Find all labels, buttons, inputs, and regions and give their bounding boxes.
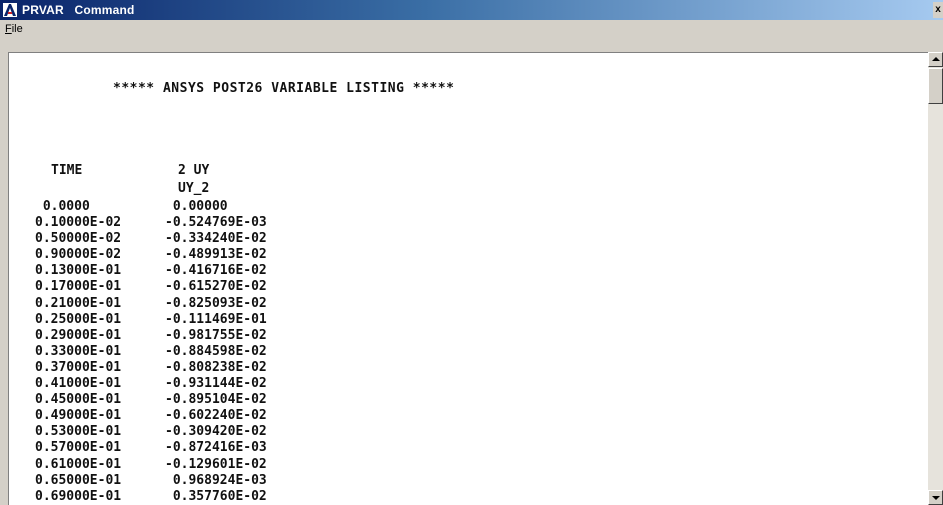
listing-row: 0.61000E-01 -0.129601E-02 (35, 457, 435, 473)
row-time-value: 0.57000E-01 (35, 440, 122, 456)
row-uy-value: -0.808238E-02 (165, 359, 267, 375)
row-time-value: 0.21000E-01 (35, 295, 122, 311)
listing-row: 0.57000E-01 -0.872416E-03 (35, 440, 435, 456)
menu-file[interactable]: File (5, 23, 23, 35)
window-title-text: Command (74, 3, 135, 17)
menu-bar: File (0, 20, 943, 40)
row-uy-value: -0.416716E-02 (165, 263, 267, 279)
row-time-value: 0.50000E-02 (35, 231, 122, 247)
row-time-value: 0.0000 (35, 199, 90, 214)
row-time-value: 0.49000E-01 (35, 408, 122, 424)
listing-row: 0.50000E-02 -0.334240E-02 (35, 231, 435, 247)
listing-row: 0.10000E-02 -0.524769E-03 (35, 215, 435, 231)
column-header-time: TIME (51, 163, 83, 178)
row-time-value: 0.29000E-01 (35, 327, 122, 343)
row-uy-value: -0.602240E-02 (165, 408, 267, 424)
listing-row: 0.53000E-01 -0.309420E-02 (35, 424, 435, 440)
arrow-down-icon (932, 496, 940, 500)
row-uy-value: -0.931144E-02 (165, 376, 267, 392)
scroll-thumb[interactable] (928, 68, 943, 104)
title-bar[interactable]: PRVAR Command x (0, 0, 943, 20)
column-header-variable-name: UY_2 (178, 181, 210, 196)
row-time-value: 0.45000E-01 (35, 392, 122, 408)
listing-output-area[interactable]: ***** ANSYS POST26 VARIABLE LISTING ****… (8, 52, 929, 505)
listing-row: 0.49000E-01 -0.602240E-02 (35, 408, 435, 424)
row-uy-value: 0.968924E-03 (165, 472, 267, 488)
row-time-value: 0.10000E-02 (35, 215, 122, 231)
row-time-value: 0.17000E-01 (35, 279, 122, 295)
listing-row: 0.37000E-01 -0.808238E-02 (35, 360, 435, 376)
row-uy-value: -0.872416E-03 (165, 440, 267, 456)
row-time-value: 0.37000E-01 (35, 359, 122, 375)
row-uy-value: 0.00000 (165, 199, 228, 214)
row-time-value: 0.90000E-02 (35, 247, 122, 263)
vertical-scrollbar[interactable] (928, 52, 943, 505)
listing-row: 0.90000E-02 -0.489913E-02 (35, 247, 435, 263)
menu-file-label: ile (11, 23, 23, 35)
row-uy-value: -0.825093E-02 (165, 295, 267, 311)
window-title: PRVAR Command (22, 3, 135, 17)
listing-row: 0.65000E-01 0.968924E-03 (35, 473, 435, 489)
app-name: PRVAR (22, 3, 64, 17)
row-uy-value: -0.334240E-02 (165, 231, 267, 247)
row-time-value: 0.65000E-01 (35, 472, 122, 488)
close-button[interactable]: x (933, 2, 943, 18)
scroll-up-button[interactable] (928, 52, 943, 67)
column-header-variable: 2 UY (178, 163, 210, 178)
row-time-value: 0.33000E-01 (35, 343, 122, 359)
listing-row: 0.0000 0.00000 (35, 199, 435, 215)
listing-row: 0.69000E-01 0.357760E-02 (35, 489, 435, 505)
scroll-down-button[interactable] (928, 490, 943, 505)
listing-row: 0.41000E-01 -0.931144E-02 (35, 376, 435, 392)
row-time-value: 0.25000E-01 (35, 311, 122, 327)
listing-heading: ***** ANSYS POST26 VARIABLE LISTING ****… (113, 81, 455, 96)
arrow-up-icon (932, 57, 940, 61)
listing-row: 0.21000E-01 -0.825093E-02 (35, 296, 435, 312)
listing-row: 0.33000E-01 -0.884598E-02 (35, 344, 435, 360)
row-uy-value: -0.489913E-02 (165, 247, 267, 263)
row-time-value: 0.61000E-01 (35, 456, 122, 472)
listing-row: 0.17000E-01 -0.615270E-02 (35, 279, 435, 295)
row-uy-value: -0.524769E-03 (165, 215, 267, 231)
listing-rows: 0.0000 0.00000 0.10000E-02 -0.524769E-03 0.… (35, 199, 435, 505)
listing-row: 0.13000E-01 -0.416716E-02 (35, 263, 435, 279)
prvar-command-window: PRVAR Command x File ***** ANSYS POST26 … (0, 0, 943, 505)
row-time-value: 0.53000E-01 (35, 424, 122, 440)
row-time-value: 0.69000E-01 (35, 488, 122, 504)
row-uy-value: -0.615270E-02 (165, 279, 267, 295)
listing-row: 0.25000E-01 -0.111469E-01 (35, 312, 435, 328)
ansys-logo-icon (3, 3, 17, 17)
row-time-value: 0.13000E-01 (35, 263, 122, 279)
row-uy-value: -0.129601E-02 (165, 456, 267, 472)
row-uy-value: -0.981755E-02 (165, 327, 267, 343)
listing-row: 0.45000E-01 -0.895104E-02 (35, 392, 435, 408)
menu-file-accelerator: F (5, 23, 12, 35)
row-uy-value: -0.309420E-02 (165, 424, 267, 440)
row-uy-value: -0.111469E-01 (165, 311, 267, 327)
row-uy-value: -0.895104E-02 (165, 392, 267, 408)
row-uy-value: -0.884598E-02 (165, 343, 267, 359)
row-time-value: 0.41000E-01 (35, 376, 122, 392)
listing-row: 0.29000E-01 -0.981755E-02 (35, 328, 435, 344)
row-uy-value: 0.357760E-02 (165, 488, 267, 504)
